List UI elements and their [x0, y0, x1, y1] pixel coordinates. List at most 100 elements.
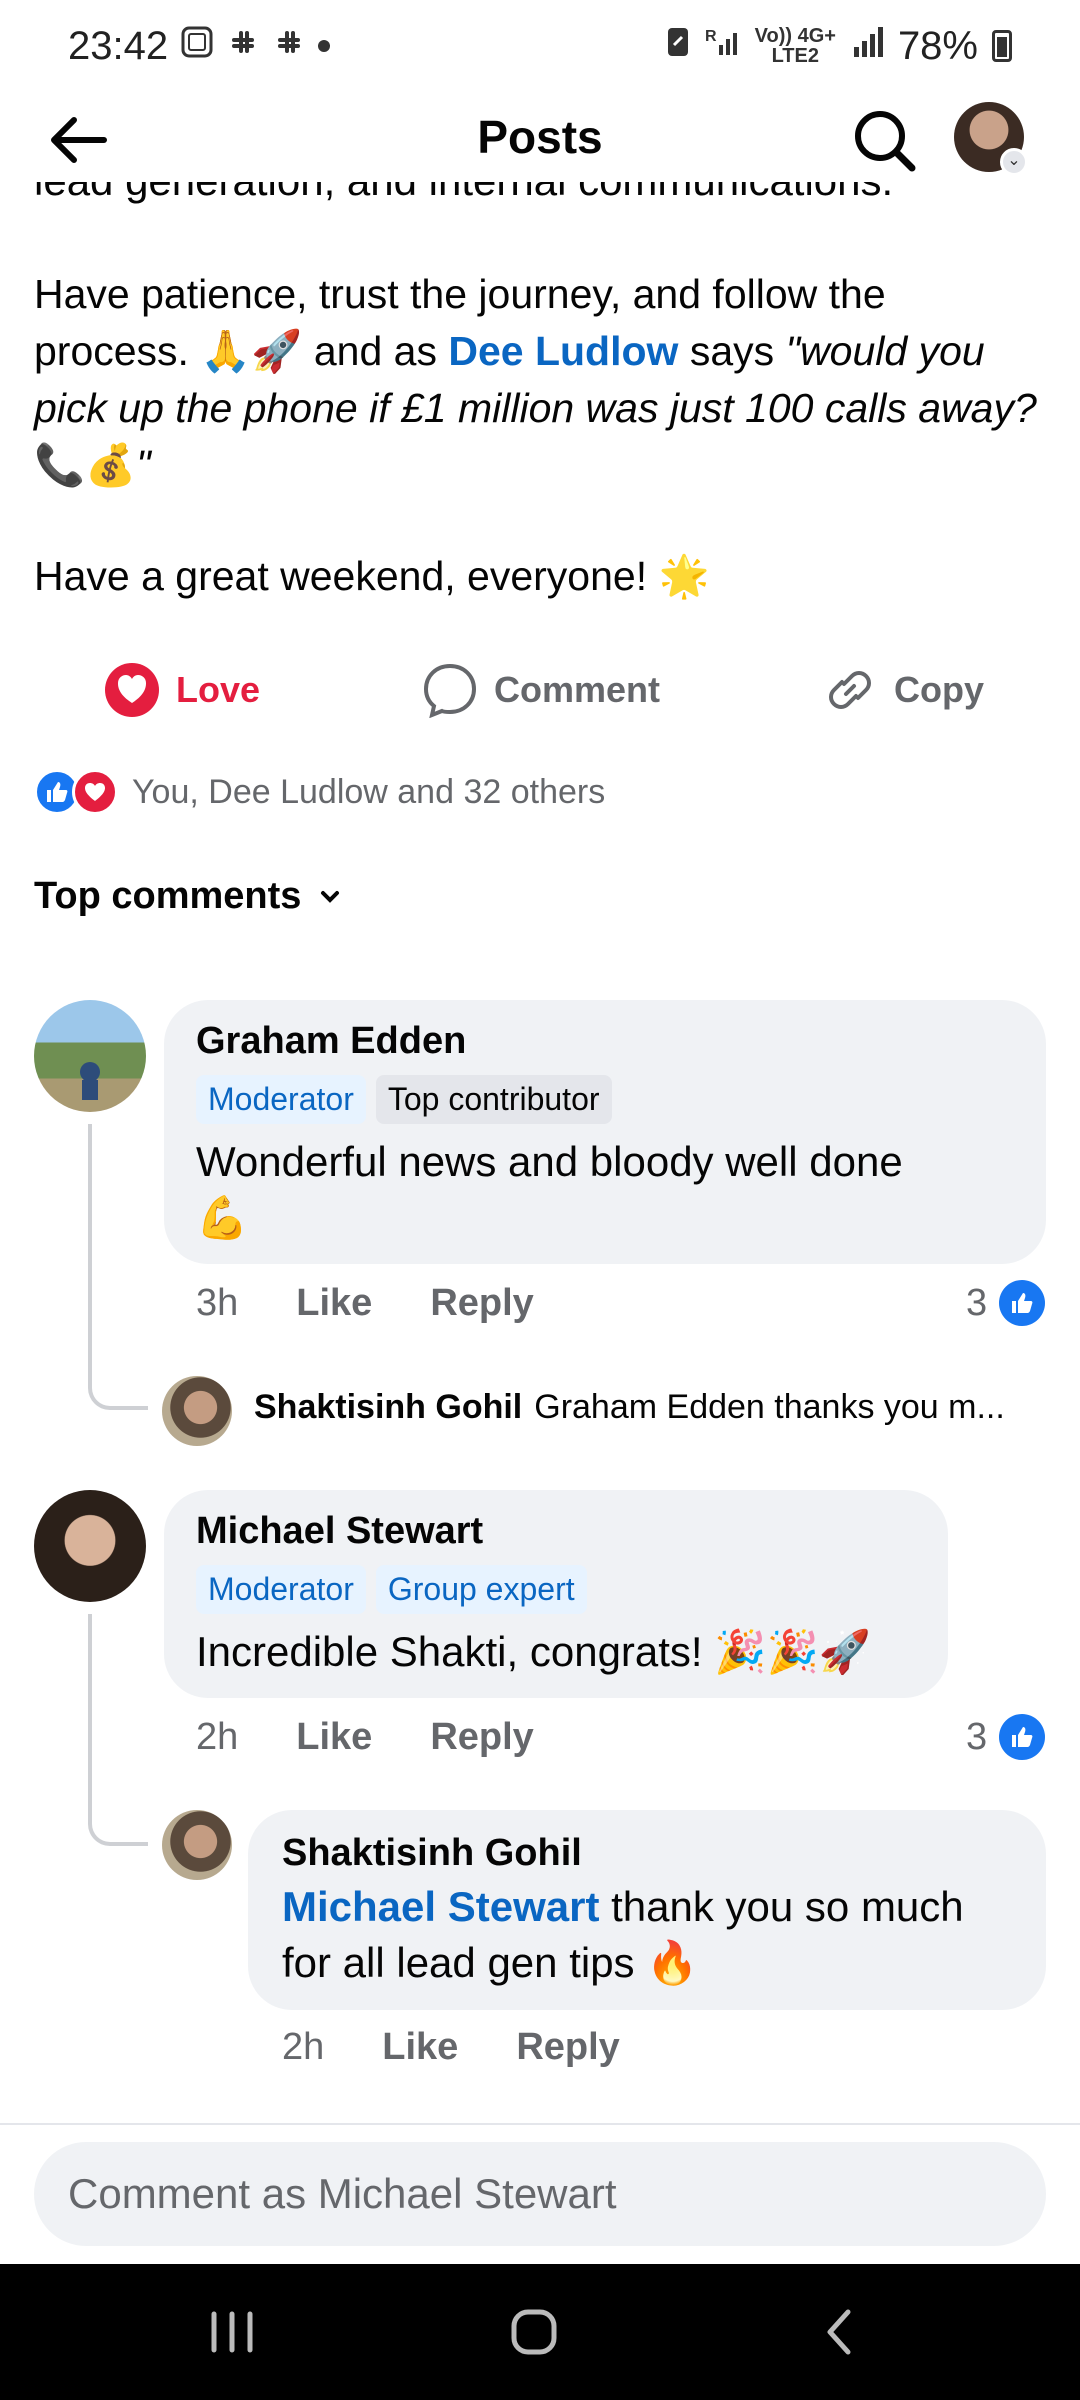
- link-icon: [829, 671, 871, 709]
- reply-preview-name: Shaktisinh Gohil: [254, 1388, 523, 1426]
- post-paragraph-2: Have a great weekend, everyone! 🌟: [34, 548, 1050, 605]
- comment-bubble[interactable]: Graham Edden Moderator Top contributor W…: [164, 1000, 1046, 1264]
- like-count-value: 3: [966, 1281, 988, 1324]
- reply-button[interactable]: Reply: [430, 1716, 533, 1759]
- comment-icon: [423, 663, 477, 718]
- top-comments-filter[interactable]: Top comments: [34, 875, 343, 918]
- reply-meta: 2h Like Reply: [282, 2026, 620, 2069]
- recent-apps-icon: [211, 2311, 253, 2353]
- like-icon: [999, 1280, 1046, 1326]
- comment-meta: 3h Like Reply: [196, 1282, 534, 1325]
- comment-time: 2h: [196, 1716, 239, 1758]
- search-button[interactable]: [850, 106, 920, 176]
- chevron-down-icon: [321, 890, 340, 903]
- reactions-text: You, Dee Ludlow and 32 others: [132, 772, 606, 811]
- copy-label: Copy: [894, 669, 984, 710]
- chevron-down-icon: ⌄: [1000, 148, 1028, 176]
- reply-button[interactable]: Reply: [430, 1282, 533, 1325]
- avatar-michael-stewart[interactable]: [34, 1490, 146, 1602]
- comment-time: 3h: [196, 1282, 239, 1324]
- like-button[interactable]: Like: [296, 1716, 372, 1759]
- comment-text: Wonderful news and bloody well done 💪: [196, 1134, 1014, 1246]
- comment-like-count[interactable]: 3: [966, 1714, 1046, 1760]
- post-quote-end: ": [136, 442, 151, 488]
- reply-preview[interactable]: Shaktisinh Gohil Graham Edden thanks you…: [254, 1388, 1050, 1427]
- search-icon: [855, 111, 916, 172]
- svg-text:R: R: [705, 28, 717, 45]
- comment-like-count[interactable]: 3: [966, 1280, 1046, 1326]
- copy-button[interactable]: Copy: [822, 660, 984, 720]
- header-bar: Posts ⌄: [0, 92, 1080, 182]
- heart-icon: [105, 663, 159, 717]
- avatar-graham-edden[interactable]: [34, 1000, 146, 1112]
- top-comments-label: Top comments: [34, 875, 302, 917]
- carrier-label: Vo)) 4G+ LTE2: [755, 26, 836, 66]
- reply-text: Michael Stewart thank you so much for al…: [282, 1879, 1012, 1991]
- mention-link[interactable]: Michael Stewart: [282, 1883, 599, 1930]
- moderator-badge: Moderator: [196, 1075, 366, 1124]
- group-expert-badge: Group expert: [375, 1565, 587, 1614]
- recent-apps-button[interactable]: [192, 2300, 272, 2364]
- comment-text-content: Wonderful news and bloody well done: [196, 1138, 903, 1185]
- reply-bubble[interactable]: Shaktisinh Gohil Michael Stewart thank y…: [248, 1810, 1046, 2010]
- top-contributor-badge: Top contributor: [375, 1075, 612, 1124]
- commenter-name[interactable]: Michael Stewart: [196, 1510, 916, 1553]
- comment-bubble[interactable]: Michael Stewart Moderator Group expert I…: [164, 1490, 948, 1698]
- post-text-segment: and as: [302, 328, 449, 374]
- reply-preview-text: Graham Edden thanks you m...: [534, 1388, 1005, 1426]
- comment-text: Incredible Shakti, congrats! 🎉🎉🚀: [196, 1624, 916, 1680]
- love-reaction-icon: [72, 769, 118, 815]
- comment-button[interactable]: Comment: [422, 660, 660, 720]
- pray-rocket-emoji: 🙏🚀: [200, 328, 303, 374]
- phone-money-emoji: 📞💰: [34, 442, 137, 488]
- status-bar: 23:42 R Vo)) 4G+ LTE2 78%: [0, 0, 1080, 92]
- home-button[interactable]: [494, 2300, 574, 2364]
- notification-dot-icon: [318, 40, 331, 52]
- flexed-biceps-emoji: 💪: [196, 1194, 249, 1241]
- replier-name[interactable]: Shaktisinh Gohil: [282, 1832, 1012, 1875]
- love-label: Love: [176, 669, 261, 710]
- system-nav-bar: [0, 2264, 1080, 2400]
- like-count-value: 3: [966, 1715, 988, 1758]
- slack-icon-2: [272, 24, 306, 69]
- thread-line: [88, 1614, 148, 1846]
- reactions-summary[interactable]: You, Dee Ludlow and 32 others: [34, 762, 605, 822]
- carrier-top: Vo)) 4G+: [754, 25, 836, 47]
- status-time: 23:42: [68, 23, 169, 68]
- comment-label: Comment: [494, 669, 661, 710]
- mention-link[interactable]: Dee Ludlow: [448, 328, 678, 374]
- back-chevron-icon: [827, 2309, 851, 2355]
- avatar-shaktisinh-gohil[interactable]: [162, 1810, 232, 1880]
- signal-bars-icon: [850, 24, 884, 69]
- carrier-bottom: LTE2: [771, 45, 819, 67]
- battery-percent: 78%: [897, 23, 978, 68]
- comment-composer-input[interactable]: Comment as Michael Stewart: [34, 2142, 1046, 2246]
- like-button[interactable]: Like: [382, 2026, 458, 2069]
- comment-meta: 2h Like Reply: [196, 1716, 534, 1759]
- slack-icon: [226, 24, 260, 69]
- composer-placeholder: Comment as Michael Stewart: [68, 2170, 617, 2217]
- screenshot-icon: [180, 24, 214, 69]
- reply-button[interactable]: Reply: [516, 2026, 619, 2069]
- post-actions: Love Comment Copy: [0, 650, 1080, 730]
- post-text-segment: Have a great weekend, everyone!: [34, 553, 659, 599]
- comment-text-content: Incredible Shakti, congrats!: [196, 1628, 715, 1675]
- reply-time: 2h: [282, 2026, 325, 2068]
- avatar-shaktisinh-gohil[interactable]: [162, 1376, 232, 1446]
- commenter-name[interactable]: Graham Edden: [196, 1020, 1014, 1063]
- love-button[interactable]: Love: [104, 660, 260, 720]
- profile-avatar-button[interactable]: ⌄: [954, 102, 1028, 176]
- party-rocket-emoji: 🎉🎉🚀: [714, 1628, 872, 1675]
- battery-icon: [992, 30, 1012, 62]
- moderator-badge: Moderator: [196, 1565, 366, 1614]
- post-paragraph-1: Have patience, trust the journey, and fo…: [34, 266, 1050, 494]
- thread-line: [88, 1124, 148, 1410]
- star-emoji: 🌟: [658, 553, 710, 599]
- like-icon: [999, 1714, 1046, 1760]
- composer-divider: [0, 2123, 1080, 2125]
- fire-emoji: 🔥: [646, 1939, 699, 1986]
- signal-r-icon: R: [705, 24, 741, 69]
- system-back-button[interactable]: [800, 2300, 880, 2364]
- nfc-icon: [665, 24, 691, 69]
- like-button[interactable]: Like: [296, 1282, 372, 1325]
